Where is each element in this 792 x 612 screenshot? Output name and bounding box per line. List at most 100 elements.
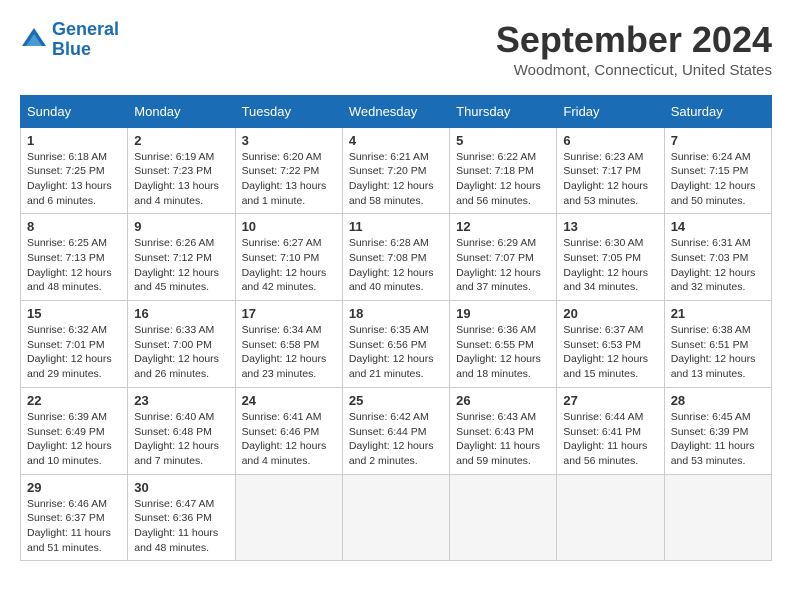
day-number: 9 xyxy=(134,219,228,234)
day-number: 1 xyxy=(27,133,121,148)
location: Woodmont, Connecticut, United States xyxy=(496,62,772,79)
day-number: 20 xyxy=(563,306,657,321)
day-info: Sunrise: 6:47 AM Sunset: 6:36 PM Dayligh… xyxy=(134,497,228,556)
day-header-wednesday: Wednesday xyxy=(342,95,449,127)
calendar-cell: 28 Sunrise: 6:45 AM Sunset: 6:39 PM Dayli… xyxy=(664,387,771,474)
calendar-cell: 23 Sunrise: 6:40 AM Sunset: 6:48 PM Dayli… xyxy=(128,387,235,474)
calendar-cell: 3 Sunrise: 6:20 AM Sunset: 7:22 PM Daylig… xyxy=(235,127,342,214)
day-info: Sunrise: 6:25 AM Sunset: 7:13 PM Dayligh… xyxy=(27,236,121,295)
day-number: 13 xyxy=(563,219,657,234)
day-info: Sunrise: 6:19 AM Sunset: 7:23 PM Dayligh… xyxy=(134,150,228,209)
calendar-cell: 27Sunrise: 6:44 AM Sunset: 6:41 PM Dayli… xyxy=(557,387,664,474)
day-header-saturday: Saturday xyxy=(664,95,771,127)
calendar-cell: 11Sunrise: 6:28 AM Sunset: 7:08 PM Dayli… xyxy=(342,214,449,301)
calendar-cell: 25Sunrise: 6:42 AM Sunset: 6:44 PM Dayli… xyxy=(342,387,449,474)
calendar-cell: 19 Sunrise: 6:36 AM Sunset: 6:55 PM Dayli… xyxy=(450,301,557,388)
calendar-cell: 6Sunrise: 6:23 AM Sunset: 7:17 PM Daylig… xyxy=(557,127,664,214)
day-info: Sunrise: 6:20 AM Sunset: 7:22 PM Dayligh… xyxy=(242,150,336,209)
day-info: Sunrise: 6:41 AM Sunset: 6:46 PM Dayligh… xyxy=(242,410,336,469)
day-info: Sunrise: 6:18 AM Sunset: 7:25 PM Dayligh… xyxy=(27,150,121,209)
days-header-row: SundayMondayTuesdayWednesdayThursdayFrid… xyxy=(21,95,772,127)
calendar-week-1: 1 Sunrise: 6:18 AM Sunset: 7:25 PM Daylig… xyxy=(21,127,772,214)
day-number: 4 xyxy=(349,133,443,148)
calendar-cell xyxy=(557,474,664,561)
day-number: 11 xyxy=(349,219,443,234)
calendar-week-2: 8Sunrise: 6:25 AM Sunset: 7:13 PM Daylig… xyxy=(21,214,772,301)
day-info: Sunrise: 6:32 AM Sunset: 7:01 PM Dayligh… xyxy=(27,323,121,382)
day-info: Sunrise: 6:22 AM Sunset: 7:18 PM Dayligh… xyxy=(456,150,550,209)
calendar-cell: 26 Sunrise: 6:43 AM Sunset: 6:43 PM Dayli… xyxy=(450,387,557,474)
day-header-monday: Monday xyxy=(128,95,235,127)
day-number: 24 xyxy=(242,393,336,408)
calendar-cell xyxy=(450,474,557,561)
calendar-week-5: 29Sunrise: 6:46 AM Sunset: 6:37 PM Dayli… xyxy=(21,474,772,561)
day-info: Sunrise: 6:39 AM Sunset: 6:49 PM Dayligh… xyxy=(27,410,121,469)
calendar-cell: 15 Sunrise: 6:32 AM Sunset: 7:01 PM Dayli… xyxy=(21,301,128,388)
logo: General Blue xyxy=(20,20,119,60)
calendar-cell: 2 Sunrise: 6:19 AM Sunset: 7:23 PM Daylig… xyxy=(128,127,235,214)
calendar-week-3: 15 Sunrise: 6:32 AM Sunset: 7:01 PM Dayli… xyxy=(21,301,772,388)
day-info: Sunrise: 6:31 AM Sunset: 7:03 PM Dayligh… xyxy=(671,236,765,295)
day-info: Sunrise: 6:33 AM Sunset: 7:00 PM Dayligh… xyxy=(134,323,228,382)
page-header: General Blue September 2024 Woodmont, Co… xyxy=(20,20,772,79)
day-number: 30 xyxy=(134,480,228,495)
day-header-thursday: Thursday xyxy=(450,95,557,127)
day-info: Sunrise: 6:38 AM Sunset: 6:51 PM Dayligh… xyxy=(671,323,765,382)
calendar-cell: 22Sunrise: 6:39 AM Sunset: 6:49 PM Dayli… xyxy=(21,387,128,474)
calendar-cell: 14 Sunrise: 6:31 AM Sunset: 7:03 PM Dayli… xyxy=(664,214,771,301)
day-info: Sunrise: 6:40 AM Sunset: 6:48 PM Dayligh… xyxy=(134,410,228,469)
day-info: Sunrise: 6:35 AM Sunset: 6:56 PM Dayligh… xyxy=(349,323,443,382)
calendar-cell: 18 Sunrise: 6:35 AM Sunset: 6:56 PM Dayli… xyxy=(342,301,449,388)
calendar-table: SundayMondayTuesdayWednesdayThursdayFrid… xyxy=(20,95,772,562)
day-header-tuesday: Tuesday xyxy=(235,95,342,127)
day-header-sunday: Sunday xyxy=(21,95,128,127)
day-number: 6 xyxy=(563,133,657,148)
day-number: 12 xyxy=(456,219,550,234)
day-info: Sunrise: 6:30 AM Sunset: 7:05 PM Dayligh… xyxy=(563,236,657,295)
logo-text: General Blue xyxy=(52,20,119,60)
day-number: 19 xyxy=(456,306,550,321)
day-info: Sunrise: 6:24 AM Sunset: 7:15 PM Dayligh… xyxy=(671,150,765,209)
month-title: September 2024 xyxy=(496,20,772,60)
day-number: 17 xyxy=(242,306,336,321)
day-info: Sunrise: 6:34 AM Sunset: 6:58 PM Dayligh… xyxy=(242,323,336,382)
calendar-cell: 13 Sunrise: 6:30 AM Sunset: 7:05 PM Dayli… xyxy=(557,214,664,301)
day-number: 15 xyxy=(27,306,121,321)
calendar-cell xyxy=(235,474,342,561)
day-info: Sunrise: 6:26 AM Sunset: 7:12 PM Dayligh… xyxy=(134,236,228,295)
calendar-cell: 21Sunrise: 6:38 AM Sunset: 6:51 PM Dayli… xyxy=(664,301,771,388)
day-number: 23 xyxy=(134,393,228,408)
calendar-cell: 29Sunrise: 6:46 AM Sunset: 6:37 PM Dayli… xyxy=(21,474,128,561)
day-info: Sunrise: 6:29 AM Sunset: 7:07 PM Dayligh… xyxy=(456,236,550,295)
calendar-cell: 24 Sunrise: 6:41 AM Sunset: 6:46 PM Dayli… xyxy=(235,387,342,474)
day-info: Sunrise: 6:37 AM Sunset: 6:53 PM Dayligh… xyxy=(563,323,657,382)
day-number: 5 xyxy=(456,133,550,148)
day-number: 26 xyxy=(456,393,550,408)
calendar-cell: 1 Sunrise: 6:18 AM Sunset: 7:25 PM Daylig… xyxy=(21,127,128,214)
day-number: 7 xyxy=(671,133,765,148)
calendar-cell: 12 Sunrise: 6:29 AM Sunset: 7:07 PM Dayli… xyxy=(450,214,557,301)
calendar-cell xyxy=(664,474,771,561)
calendar-cell xyxy=(342,474,449,561)
day-info: Sunrise: 6:43 AM Sunset: 6:43 PM Dayligh… xyxy=(456,410,550,469)
calendar-cell: 10Sunrise: 6:27 AM Sunset: 7:10 PM Dayli… xyxy=(235,214,342,301)
day-number: 2 xyxy=(134,133,228,148)
day-number: 14 xyxy=(671,219,765,234)
title-block: September 2024 Woodmont, Connecticut, Un… xyxy=(496,20,772,79)
day-header-friday: Friday xyxy=(557,95,664,127)
day-info: Sunrise: 6:46 AM Sunset: 6:37 PM Dayligh… xyxy=(27,497,121,556)
day-info: Sunrise: 6:45 AM Sunset: 6:39 PM Dayligh… xyxy=(671,410,765,469)
calendar-cell: 5 Sunrise: 6:22 AM Sunset: 7:18 PM Daylig… xyxy=(450,127,557,214)
day-info: Sunrise: 6:27 AM Sunset: 7:10 PM Dayligh… xyxy=(242,236,336,295)
day-info: Sunrise: 6:36 AM Sunset: 6:55 PM Dayligh… xyxy=(456,323,550,382)
calendar-week-4: 22Sunrise: 6:39 AM Sunset: 6:49 PM Dayli… xyxy=(21,387,772,474)
calendar-cell: 20 Sunrise: 6:37 AM Sunset: 6:53 PM Dayli… xyxy=(557,301,664,388)
logo-icon xyxy=(20,26,48,54)
calendar-cell: 16Sunrise: 6:33 AM Sunset: 7:00 PM Dayli… xyxy=(128,301,235,388)
calendar-cell: 4Sunrise: 6:21 AM Sunset: 7:20 PM Daylig… xyxy=(342,127,449,214)
day-number: 3 xyxy=(242,133,336,148)
calendar-cell: 17 Sunrise: 6:34 AM Sunset: 6:58 PM Dayli… xyxy=(235,301,342,388)
calendar-cell: 30 Sunrise: 6:47 AM Sunset: 6:36 PM Dayli… xyxy=(128,474,235,561)
day-number: 18 xyxy=(349,306,443,321)
day-number: 28 xyxy=(671,393,765,408)
